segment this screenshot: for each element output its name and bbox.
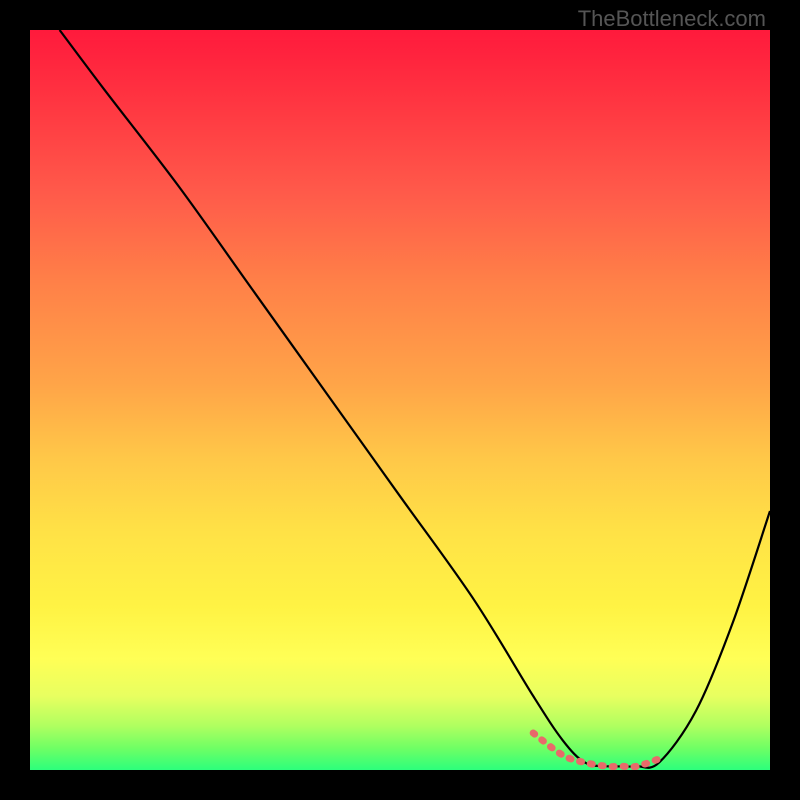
bottleneck-curve-path	[60, 30, 770, 768]
watermark-text: TheBottleneck.com	[578, 6, 766, 32]
chart-plot-area	[30, 30, 770, 770]
optimal-range-path	[533, 733, 659, 767]
bottleneck-curve-svg	[30, 30, 770, 770]
